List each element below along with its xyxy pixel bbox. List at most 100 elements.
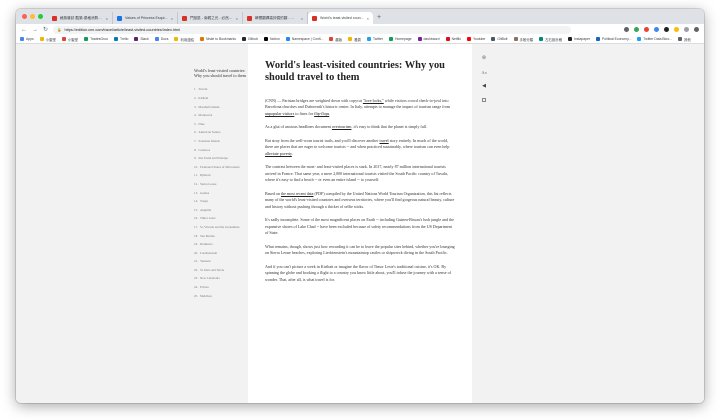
bookmark-item[interactable]: Homepage [388,37,412,41]
article-link[interactable]: flip-flops [314,111,329,116]
extension-icon[interactable] [634,27,639,32]
toc-item[interactable]: 23. New Caledonia [194,276,254,280]
font-settings-icon[interactable]: Aa [481,70,486,76]
browser-tab[interactable]: 瞬間翻譯高評價的翻 - 官面的...× [243,12,308,24]
save-to-pocket-icon[interactable] [482,98,486,102]
address-bar[interactable]: 🔒 https://edition.cnn.com/travel/article… [53,25,572,34]
bookmark-item[interactable]: TradesGroo [84,37,108,41]
extension-icon[interactable] [644,27,649,32]
toc-item[interactable]: 1. Tuvalu [194,87,254,91]
bookmark-item[interactable]: Notion [263,37,280,41]
article-link[interactable]: alleviate poverty [265,151,292,156]
extension-icon[interactable] [664,27,669,32]
toc-item[interactable]: 7. Solomon Islands [194,139,254,143]
bookmark-item[interactable]: Github [241,37,258,41]
toc-item[interactable]: 16. Timor Leste [194,216,254,220]
bookmark-label: 趣版 [335,37,343,42]
toc-item-number: 11. [194,173,198,178]
bookmark-item[interactable]: Youtube [466,37,485,41]
bookmark-item[interactable]: Instapaper [568,37,590,41]
menu-kebab-icon[interactable] [694,27,699,32]
bookmark-item[interactable]: 小聖堂 [61,37,78,42]
extension-icon[interactable] [674,27,679,32]
bookmark-item[interactable]: 利用連結 [174,37,194,42]
tab-close-icon[interactable]: × [367,16,369,21]
zoom-window-button[interactable] [38,14,43,19]
bookmark-item[interactable]: Twitter [366,37,383,41]
tab-close-icon[interactable]: × [106,16,108,21]
bookmark-item[interactable]: 看劇 [348,37,361,42]
toc-item[interactable]: 4. Montserrat [194,113,254,117]
toc-item[interactable]: 19. Dominica [194,242,254,246]
tab-close-icon[interactable]: × [171,16,173,21]
extension-icon[interactable] [654,27,659,32]
bookmark-item[interactable]: 趣版 [329,37,342,42]
reload-icon[interactable]: ↻ [43,27,48,33]
toc-item[interactable]: 5. Niue [194,122,254,126]
toc-item[interactable]: 11. Djibouti [194,173,254,177]
browser-tab[interactable]: Values of Princess Esqui... × [113,12,178,24]
toc-item[interactable]: 9. São Tomé and Príncipe [194,156,254,160]
toc-item[interactable]: 10. Federated States of Micronesia [194,165,254,169]
toc-item[interactable]: 6. American Samoa [194,130,254,134]
bookmark-item[interactable]: GitBolt [491,37,508,41]
tab-close-icon[interactable]: × [236,16,238,21]
browser-tab[interactable]: 格致雜誌 酷樂-優格消費空間...× [48,12,113,24]
toc-item[interactable]: 25. Maldives [194,294,254,298]
toc-item[interactable]: 8. Comoros [194,148,254,152]
article-link[interactable]: travel [379,138,388,143]
close-window-button[interactable] [22,14,27,19]
profile-avatar-icon[interactable] [684,27,689,32]
toc-item[interactable]: 24. Eritrea [194,285,254,289]
toc-item[interactable]: 3. Marshall Islands [194,105,254,109]
tab-favicon-icon [117,15,122,21]
toc-item[interactable]: 15. Anguilla [194,208,254,212]
toc-item[interactable]: 20. Liechtenstein [194,251,254,255]
browser-tab[interactable]: World's least-visited coun... × [308,12,373,24]
toc-item-number: 9. [194,156,197,161]
toc-item[interactable]: 13. Guinea [194,191,254,195]
paragraph-text: , it's easy to think that the planet is … [351,124,428,130]
toc-item[interactable]: 12. Sierra Leone [194,182,254,186]
bookmark-favicon-icon [329,37,334,41]
bookmark-favicon-icon [61,37,66,41]
bookmark-item[interactable]: Twitter Data Bloo... [637,37,672,41]
bookmark-item[interactable]: Namespace | Confi... [285,37,323,41]
bookmark-item[interactable]: Slack [134,37,149,41]
close-reader-icon[interactable]: ⊗ [482,55,487,62]
tab-favicon-icon [247,15,252,21]
bookmark-favicon-icon [366,37,371,41]
back-arrow-icon[interactable]: ← [21,27,27,33]
browser-tab[interactable]: 門墊區 - 南韓之光 - 必然可以...× [178,12,243,24]
article-link[interactable]: overtourism [332,124,352,129]
bookmark-item[interactable]: Netflix [445,37,461,41]
bookmark-item[interactable]: Apps [20,37,34,41]
toc-item[interactable]: 21. Vanuatu [194,259,254,263]
toc-item-number: 10. [194,164,198,169]
toc-item[interactable]: 18. San Marino [194,234,254,238]
tab-close-icon[interactable]: × [301,16,303,21]
article-link[interactable]: unpopular visitors [265,111,294,116]
toc-item[interactable]: 14. Tonga [194,199,254,203]
bookmark-item[interactable]: 左右設計稿 [539,37,562,42]
bookmark-item[interactable]: Docs [154,37,168,41]
bookmark-item[interactable]: Political Economy... [596,37,631,41]
toc-item[interactable]: 17. St. Vincent and the Grenadines [194,225,254,229]
bookmark-item[interactable]: 手帳分類 [513,37,533,42]
toc-item[interactable]: 22. St. Kitts and Nevis [194,268,254,272]
bookmark-star-icon[interactable] [624,27,629,32]
bookmark-item[interactable]: Nisiie to Bookmarks [200,37,236,41]
bookmark-item[interactable]: Trello [114,37,128,41]
bookmark-item[interactable]: 其他 [678,37,691,42]
bookmark-favicon-icon [596,37,601,41]
forward-arrow-icon[interactable]: → [32,27,38,33]
new-tab-button[interactable]: + [373,12,385,24]
minimize-window-button[interactable] [30,14,35,19]
bookmark-item[interactable]: 小聖堂 [39,37,56,42]
article-link[interactable]: "love locks," [363,98,384,103]
bookmark-item[interactable]: dashbaord [417,37,440,41]
toc-item[interactable]: 2. Kiribati [194,96,254,100]
article-link[interactable]: the most recent data [281,191,313,196]
narrate-icon[interactable]: ◀ [482,84,486,89]
bookmark-favicon-icon [388,37,393,41]
